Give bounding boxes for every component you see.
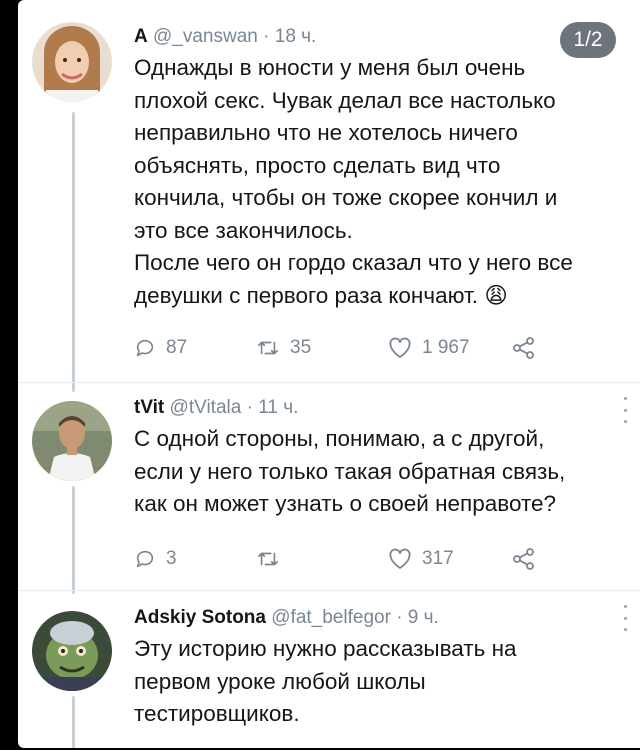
more-options-icon[interactable]	[622, 605, 628, 631]
tweet-text-line: как он может узнать о своей неправоте?	[134, 491, 557, 516]
share-icon	[513, 548, 534, 570]
tweet-text-line: кончила, чтобы он тоже скорее кончил и	[134, 185, 558, 210]
retweet-icon	[258, 552, 278, 566]
tweet-time: · 9 ч.	[396, 607, 439, 628]
tweet-header: tVit @tVitala · 11 ч.	[134, 397, 600, 419]
share-icon	[513, 337, 534, 359]
author-handle[interactable]: @fat_belfegor	[271, 607, 391, 628]
tweet-text-line: первом уроке любой школы	[134, 668, 426, 694]
avatar[interactable]	[32, 611, 112, 691]
more-options-icon[interactable]	[622, 397, 628, 423]
tweet-body: A @_vanswan · 18 ч. Однажды в юности у м…	[134, 26, 600, 312]
like-count: 317	[422, 548, 454, 569]
tweet-text: Однажды в юности у меня был очень плохой…	[134, 52, 600, 312]
tweet-text-line: После чего он гордо сказал что у него вс…	[134, 250, 573, 275]
reply-button[interactable]: 87	[134, 337, 256, 359]
share-button[interactable]	[512, 548, 536, 570]
tweet-text-line: неправильно что не хотелось ничего	[134, 120, 518, 145]
tweet-text-line: девушки с первого раза кончают. 😩	[134, 280, 600, 313]
retweet-button[interactable]: 35	[256, 337, 388, 359]
avatar[interactable]	[32, 401, 112, 481]
author-handle[interactable]: @tVitala	[170, 397, 242, 418]
tweet-header: A @_vanswan · 18 ч.	[134, 26, 600, 48]
author-name[interactable]: tVit	[134, 397, 164, 418]
tweet-text-line: плохой секс. Чувак делал все настолько	[134, 87, 556, 113]
tweet[interactable]: Adskiy Sotona @fat_belfegor · 9 ч. Эту и…	[18, 591, 640, 748]
tweet[interactable]: tVit @tVitala · 11 ч. С одной стороны, п…	[18, 383, 640, 583]
reply-count: 3	[166, 548, 177, 569]
tweet-text-segment: девушки с первого раза кончают.	[134, 282, 479, 308]
tweet-text-line: объяснять, просто сделать вид что	[134, 152, 501, 178]
heart-icon	[389, 548, 411, 569]
tweet-actions: 3 317	[134, 545, 600, 573]
reply-count: 87	[166, 337, 188, 358]
retweet-count: 35	[290, 337, 312, 358]
reply-icon	[136, 550, 154, 568]
author-handle[interactable]: @_vanswan	[153, 26, 258, 47]
tweet-header: Adskiy Sotona @fat_belfegor · 9 ч.	[134, 607, 600, 629]
tweet-text-line: С одной стороны, понимаю, а с другой,	[134, 426, 545, 451]
tweet[interactable]: A @_vanswan · 18 ч. Однажды в юности у м…	[18, 0, 640, 380]
reply-icon	[136, 339, 154, 357]
like-button[interactable]: 317	[388, 548, 512, 570]
author-name[interactable]: A	[134, 26, 148, 47]
share-button[interactable]	[512, 337, 536, 359]
tweet-body: Adskiy Sotona @fat_belfegor · 9 ч. Эту и…	[134, 607, 600, 731]
tweet-time: · 11 ч.	[246, 397, 299, 418]
author-name[interactable]: Adskiy Sotona	[134, 607, 266, 628]
tweet-text-line: тестировщиков.	[134, 701, 300, 726]
avatar[interactable]	[32, 22, 112, 102]
heart-icon	[389, 337, 411, 358]
tweet-text-line: Эту историю нужно рассказывать на	[134, 636, 517, 661]
tweet-body: tVit @tVitala · 11 ч. С одной стороны, п…	[134, 397, 600, 521]
tweet-actions: 87 35 1 967	[134, 334, 600, 362]
tweet-text: Эту историю нужно рассказывать на первом…	[134, 633, 600, 731]
retweet-button[interactable]	[256, 548, 388, 570]
timeline-card: 1/2 A @_vanswan · 18 ч. Однажды в юности…	[18, 0, 640, 748]
tweet-text-line: это все закончилось.	[134, 217, 353, 243]
tweet-text: С одной стороны, понимаю, а с другой, ес…	[134, 423, 600, 521]
tweet-text-line: если у него только такая обратная связь,	[134, 458, 566, 484]
reply-button[interactable]: 3	[134, 548, 256, 570]
like-button[interactable]: 1 967	[388, 337, 512, 359]
retweet-icon	[258, 341, 278, 355]
weary-face-emoji: 😩	[484, 282, 508, 308]
tweet-time: · 18 ч.	[263, 26, 317, 47]
like-count: 1 967	[422, 337, 470, 358]
tweet-text-line: Однажды в юности у меня был очень	[134, 55, 526, 80]
